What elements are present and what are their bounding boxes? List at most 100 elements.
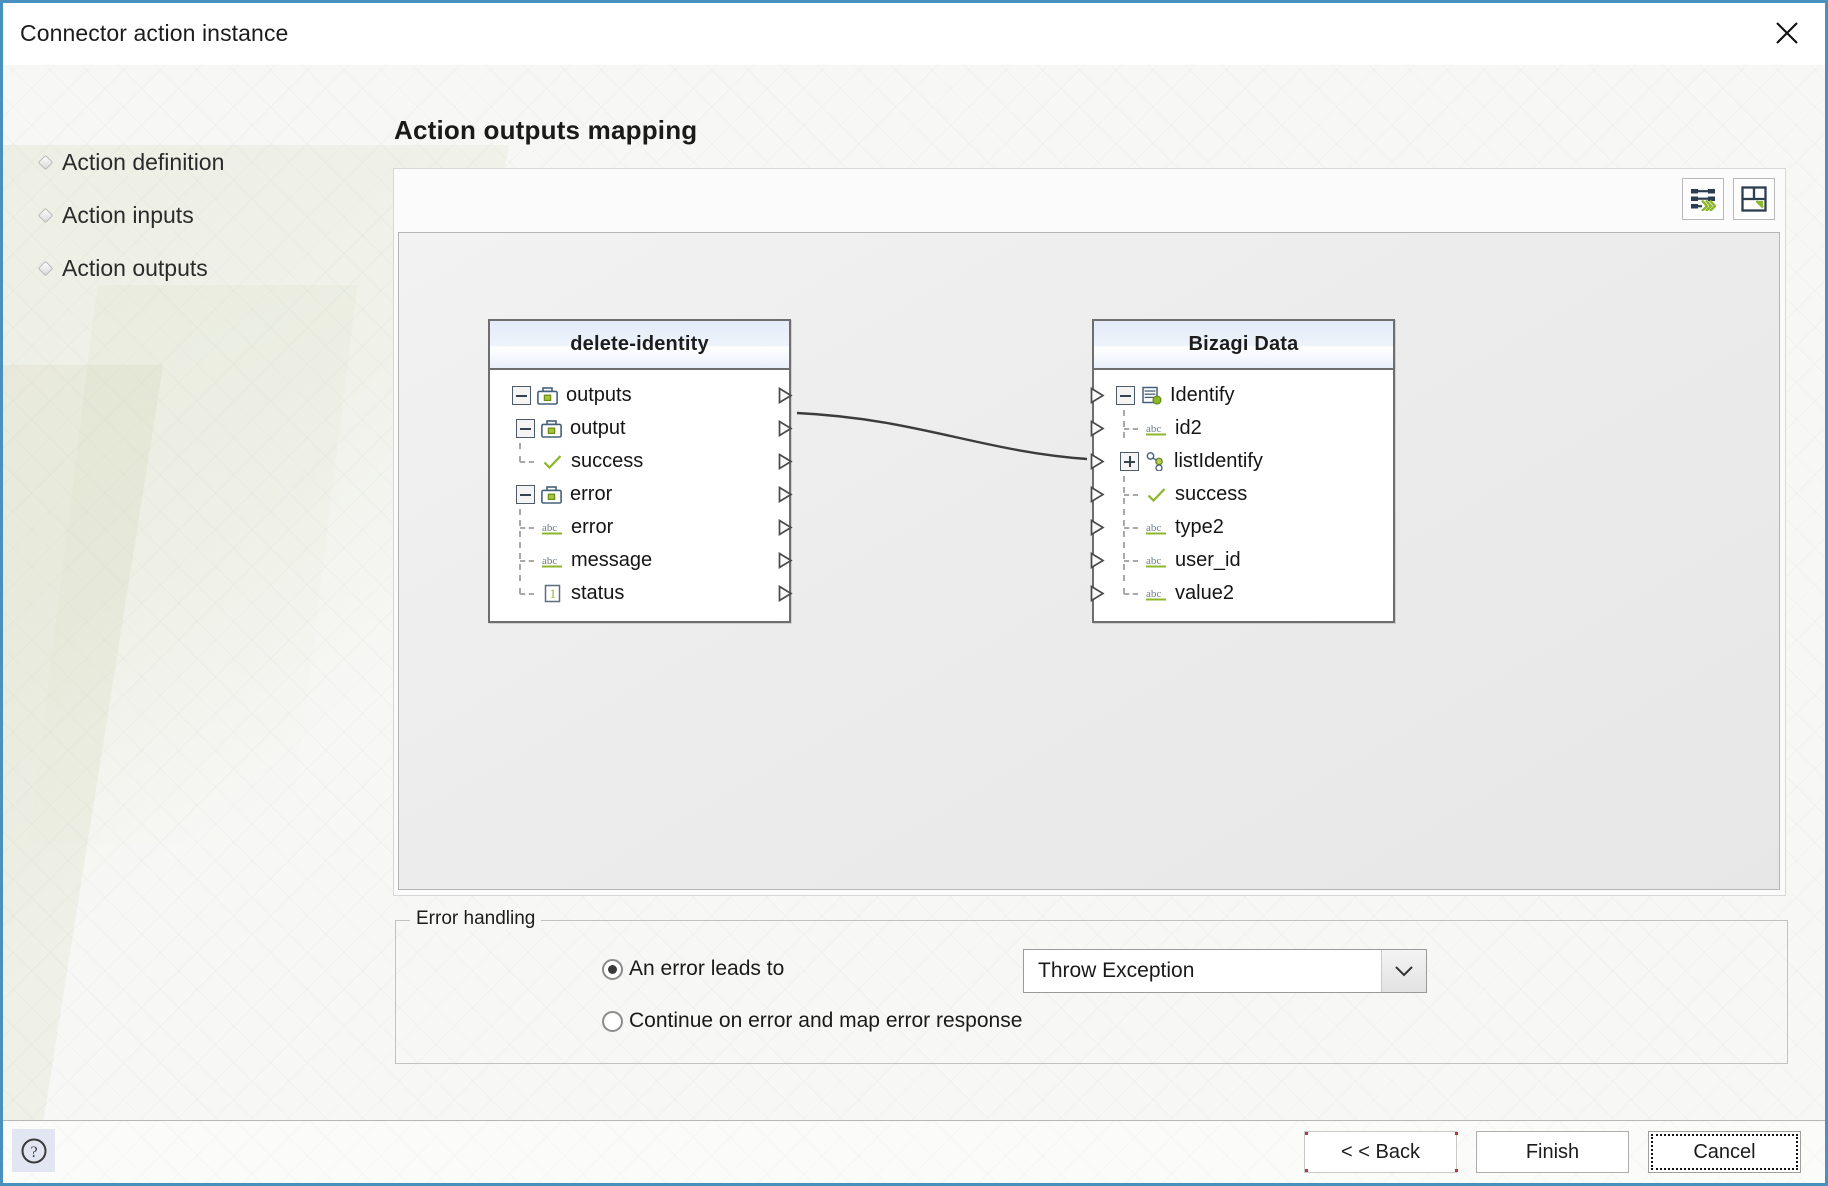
mapping-canvas[interactable]: delete-identity outputs output success e… xyxy=(398,232,1780,890)
input-port[interactable] xyxy=(1090,453,1105,470)
source-entity-rows: outputs output success error abc error a… xyxy=(490,370,793,621)
radio-continue-on-error[interactable]: Continue on error and map error response xyxy=(602,1009,1022,1033)
tree-row-label: listIdentify xyxy=(1174,450,1263,472)
tree-guide xyxy=(1120,410,1142,438)
mapping-panel: delete-identity outputs output success e… xyxy=(393,168,1786,896)
error-action-dropdown[interactable]: Throw Exception xyxy=(1023,949,1427,993)
tree-row[interactable]: success xyxy=(1090,476,1393,511)
finish-button[interactable]: Finish xyxy=(1476,1131,1629,1173)
auto-map-button[interactable] xyxy=(1682,178,1724,220)
radio-button-icon[interactable] xyxy=(602,1010,623,1032)
tree-row-label: message xyxy=(571,549,653,571)
window-title: Connector action instance xyxy=(20,20,289,46)
collapse-toggle-icon[interactable] xyxy=(1116,386,1135,405)
tree-row-label: user_id xyxy=(1175,549,1241,571)
input-port[interactable] xyxy=(1090,519,1105,536)
tree-row[interactable]: abc error xyxy=(490,509,793,544)
sidebar-item-label: Action inputs xyxy=(62,201,194,228)
input-port[interactable] xyxy=(1090,552,1105,569)
output-port[interactable] xyxy=(778,552,793,569)
radio-label: An error leads to xyxy=(629,957,785,980)
radio-button-icon[interactable] xyxy=(602,958,623,980)
sidebar-item-action-inputs[interactable]: Action inputs xyxy=(39,198,319,232)
tree-row[interactable]: outputs xyxy=(490,379,793,412)
close-button[interactable] xyxy=(1761,8,1813,58)
dropdown-selected-value: Throw Exception xyxy=(1038,959,1195,982)
tree-row-label: status xyxy=(571,582,625,604)
bullet-icon xyxy=(39,209,52,222)
tree-row-label: Identify xyxy=(1170,384,1235,406)
bullet-icon xyxy=(39,262,52,275)
input-port[interactable] xyxy=(1090,387,1105,404)
layout-export-button[interactable] xyxy=(1733,178,1775,220)
tree-row[interactable]: error xyxy=(490,478,793,511)
tree-row[interactable]: success xyxy=(490,443,793,478)
tree-row[interactable]: abc value2 xyxy=(1090,575,1393,610)
sidebar-item-action-outputs[interactable]: Action outputs xyxy=(39,251,319,285)
tree-row[interactable]: abc user_id xyxy=(1090,542,1393,577)
abc-icon: abc xyxy=(1144,550,1169,571)
tree-row[interactable]: Identify xyxy=(1090,379,1393,412)
output-port[interactable] xyxy=(778,453,793,470)
tree-row-label: output xyxy=(570,417,626,439)
bullet-icon xyxy=(39,156,52,169)
tree-row-label: value2 xyxy=(1175,582,1234,604)
expand-toggle-icon[interactable] xyxy=(1120,452,1139,471)
number-icon: 1 xyxy=(540,583,565,604)
sidebar-item-label: Action outputs xyxy=(62,254,208,281)
sidebar-item-action-definition[interactable]: Action definition xyxy=(39,145,319,179)
tree-row-label: id2 xyxy=(1175,417,1202,439)
output-port[interactable] xyxy=(778,519,793,536)
svg-text:abc: abc xyxy=(542,522,557,534)
tree-guide xyxy=(1120,476,1142,504)
collapse-toggle-icon[interactable] xyxy=(512,386,531,405)
tree-row[interactable]: output xyxy=(490,412,793,445)
save-layout-icon xyxy=(1741,186,1767,212)
tree-row-label: type2 xyxy=(1175,516,1224,538)
radio-label: Continue on error and map error response xyxy=(629,1009,1023,1032)
tree-row-label: success xyxy=(1175,483,1248,505)
input-port[interactable] xyxy=(1090,486,1105,503)
tree-guide xyxy=(1120,509,1142,537)
collection-icon xyxy=(1143,451,1168,472)
radio-an-error-leads-to[interactable]: An error leads to xyxy=(602,957,784,981)
back-button[interactable]: < < Back xyxy=(1304,1131,1457,1173)
tree-row[interactable]: abc type2 xyxy=(1090,509,1393,544)
svg-text:abc: abc xyxy=(542,555,557,567)
tree-row[interactable]: listIdentify xyxy=(1090,445,1393,478)
tree-row[interactable]: 1 status xyxy=(490,575,793,610)
collapse-toggle-icon[interactable] xyxy=(516,485,535,504)
svg-text:1: 1 xyxy=(550,586,557,601)
svg-text:abc: abc xyxy=(1146,588,1161,600)
collapse-toggle-icon[interactable] xyxy=(516,419,535,438)
tree-row-label: success xyxy=(571,450,644,472)
svg-text:?: ? xyxy=(30,1144,37,1161)
title-bar: Connector action instance xyxy=(3,3,1825,65)
check-icon xyxy=(1144,484,1169,505)
output-port[interactable] xyxy=(778,486,793,503)
tree-row[interactable]: abc message xyxy=(490,542,793,577)
output-port[interactable] xyxy=(778,387,793,404)
output-port[interactable] xyxy=(778,585,793,602)
wizard-steps: Action definition Action inputs Action o… xyxy=(39,145,319,304)
error-handling-group: Error handling An error leads to Continu… xyxy=(395,908,1788,1064)
abc-icon: abc xyxy=(1144,583,1169,604)
cancel-button[interactable]: Cancel xyxy=(1648,1131,1801,1173)
output-port[interactable] xyxy=(778,420,793,437)
mapper-toolbar xyxy=(1682,178,1775,220)
error-handling-legend: Error handling xyxy=(410,908,542,930)
entity-icon xyxy=(1139,385,1164,406)
tree-row-label: error xyxy=(570,483,613,505)
background-watermark-stripe xyxy=(3,365,164,1125)
main-panel: Action outputs mapping delete-identity o… xyxy=(393,115,1788,1064)
tree-row[interactable]: abc id2 xyxy=(1090,410,1393,445)
tree-guide xyxy=(1120,542,1142,570)
input-port[interactable] xyxy=(1090,420,1105,437)
close-icon xyxy=(1776,22,1798,44)
input-port[interactable] xyxy=(1090,585,1105,602)
tree-row-label: error xyxy=(571,516,614,538)
tree-guide xyxy=(516,575,538,603)
help-button[interactable]: ? xyxy=(12,1129,55,1172)
chevron-down-icon[interactable] xyxy=(1381,950,1426,992)
target-entity-rows: Identify abc id2 listIdentify success ab… xyxy=(1090,370,1393,621)
